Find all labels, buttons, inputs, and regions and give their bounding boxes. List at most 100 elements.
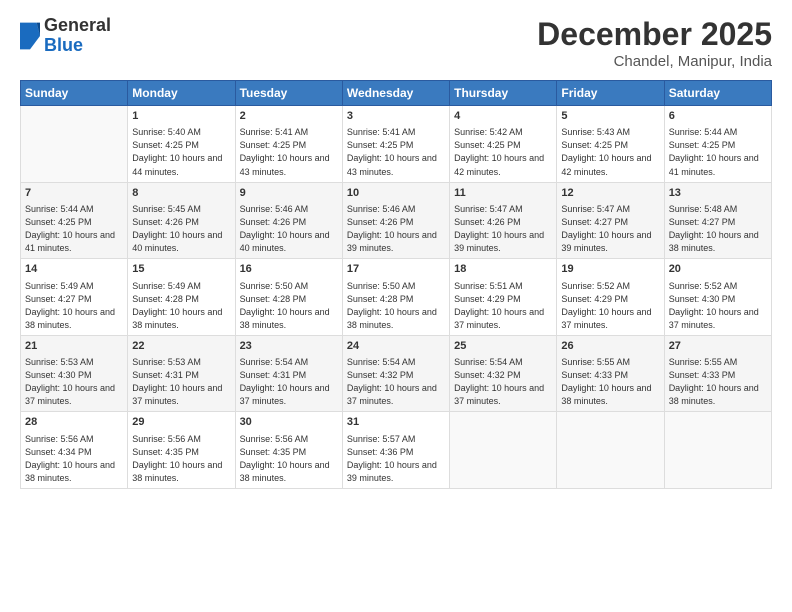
day-info: Sunrise: 5:40 AMSunset: 4:25 PMDaylight:… bbox=[132, 126, 230, 178]
calendar-cell-w0-d5: 5Sunrise: 5:43 AMSunset: 4:25 PMDaylight… bbox=[557, 106, 664, 183]
day-number: 15 bbox=[132, 262, 230, 277]
calendar-header: Sunday Monday Tuesday Wednesday Thursday… bbox=[21, 81, 772, 106]
calendar-cell-w1-d3: 10Sunrise: 5:46 AMSunset: 4:26 PMDayligh… bbox=[342, 182, 449, 259]
calendar-cell-w3-d2: 23Sunrise: 5:54 AMSunset: 4:31 PMDayligh… bbox=[235, 335, 342, 412]
day-number: 16 bbox=[240, 262, 338, 277]
calendar-cell-w0-d0 bbox=[21, 106, 128, 183]
day-info: Sunrise: 5:55 AMSunset: 4:33 PMDaylight:… bbox=[669, 356, 767, 408]
day-info: Sunrise: 5:53 AMSunset: 4:30 PMDaylight:… bbox=[25, 356, 123, 408]
title-block: December 2025 Chandel, Manipur, India bbox=[537, 16, 772, 70]
day-info: Sunrise: 5:42 AMSunset: 4:25 PMDaylight:… bbox=[454, 126, 552, 178]
calendar-cell-w2-d4: 18 Sunrise: 5:51 AMSunset: 4:29 PMDayligh… bbox=[450, 259, 557, 336]
day-number: 26 bbox=[561, 339, 659, 354]
day-number: 25 bbox=[454, 339, 552, 354]
calendar-cell-w1-d0: 7Sunrise: 5:44 AMSunset: 4:25 PMDaylight… bbox=[21, 182, 128, 259]
day-info: Sunrise: 5:44 AMSunset: 4:25 PMDaylight:… bbox=[25, 203, 123, 255]
day-number: 13 bbox=[669, 186, 767, 201]
day-info: Sunrise: 5:41 AMSunset: 4:25 PMDaylight:… bbox=[240, 126, 338, 178]
calendar-cell-w3-d3: 24 Sunrise: 5:54 AMSunset: 4:32 PMDayligh… bbox=[342, 335, 449, 412]
day-info: Sunrise: 5:47 AMSunset: 4:26 PMDaylight:… bbox=[454, 203, 552, 255]
calendar-cell-w1-d4: 11 Sunrise: 5:47 AMSunset: 4:26 PMDayligh… bbox=[450, 182, 557, 259]
col-tuesday: Tuesday bbox=[235, 81, 342, 106]
day-info: Sunrise: 5:54 AMSunset: 4:32 PMDaylight:… bbox=[347, 356, 445, 408]
day-number: 22 bbox=[132, 339, 230, 354]
col-sunday: Sunday bbox=[21, 81, 128, 106]
day-info: Sunrise: 5:51 AMSunset: 4:29 PMDaylight:… bbox=[454, 280, 552, 332]
calendar-week-2: 14 Sunrise: 5:49 AMSunset: 4:27 PMDayligh… bbox=[21, 259, 772, 336]
calendar-week-1: 7Sunrise: 5:44 AMSunset: 4:25 PMDaylight… bbox=[21, 182, 772, 259]
calendar-cell-w4-d4 bbox=[450, 412, 557, 489]
day-number: 11 bbox=[454, 186, 552, 201]
day-number: 4 bbox=[454, 109, 552, 124]
calendar-cell-w1-d2: 9Sunrise: 5:46 AMSunset: 4:26 PMDaylight… bbox=[235, 182, 342, 259]
day-info: Sunrise: 5:52 AMSunset: 4:29 PMDaylight:… bbox=[561, 280, 659, 332]
calendar-week-4: 28 Sunrise: 5:56 AMSunset: 4:34 PMDayligh… bbox=[21, 412, 772, 489]
month-title: December 2025 bbox=[537, 16, 772, 53]
day-info: Sunrise: 5:52 AMSunset: 4:30 PMDaylight:… bbox=[669, 280, 767, 332]
calendar-cell-w3-d1: 22 Sunrise: 5:53 AMSunset: 4:31 PMDayligh… bbox=[128, 335, 235, 412]
logo: General Blue bbox=[20, 16, 111, 56]
day-number: 17 bbox=[347, 262, 445, 277]
day-number: 14 bbox=[25, 262, 123, 277]
calendar-week-0: 1 Sunrise: 5:40 AMSunset: 4:25 PMDaylight… bbox=[21, 106, 772, 183]
day-number: 27 bbox=[669, 339, 767, 354]
col-friday: Friday bbox=[557, 81, 664, 106]
day-number: 23 bbox=[240, 339, 338, 354]
calendar-body: 1 Sunrise: 5:40 AMSunset: 4:25 PMDaylight… bbox=[21, 106, 772, 489]
col-monday: Monday bbox=[128, 81, 235, 106]
day-number: 19 bbox=[561, 262, 659, 277]
calendar-cell-w4-d3: 31Sunrise: 5:57 AMSunset: 4:36 PMDayligh… bbox=[342, 412, 449, 489]
day-info: Sunrise: 5:47 AMSunset: 4:27 PMDaylight:… bbox=[561, 203, 659, 255]
day-info: Sunrise: 5:56 AMSunset: 4:34 PMDaylight:… bbox=[25, 433, 123, 485]
day-number: 28 bbox=[25, 415, 123, 430]
day-info: Sunrise: 5:56 AMSunset: 4:35 PMDaylight:… bbox=[240, 433, 338, 485]
day-info: Sunrise: 5:56 AMSunset: 4:35 PMDaylight:… bbox=[132, 433, 230, 485]
day-info: Sunrise: 5:45 AMSunset: 4:26 PMDaylight:… bbox=[132, 203, 230, 255]
header-row: Sunday Monday Tuesday Wednesday Thursday… bbox=[21, 81, 772, 106]
main-container: General Blue December 2025 Chandel, Mani… bbox=[0, 0, 792, 612]
calendar-cell-w1-d1: 8 Sunrise: 5:45 AMSunset: 4:26 PMDaylight… bbox=[128, 182, 235, 259]
calendar-cell-w3-d5: 26Sunrise: 5:55 AMSunset: 4:33 PMDayligh… bbox=[557, 335, 664, 412]
day-number: 18 bbox=[454, 262, 552, 277]
day-number: 8 bbox=[132, 186, 230, 201]
day-number: 10 bbox=[347, 186, 445, 201]
day-info: Sunrise: 5:41 AMSunset: 4:25 PMDaylight:… bbox=[347, 126, 445, 178]
day-number: 2 bbox=[240, 109, 338, 124]
calendar-week-3: 21Sunrise: 5:53 AMSunset: 4:30 PMDayligh… bbox=[21, 335, 772, 412]
day-info: Sunrise: 5:49 AMSunset: 4:27 PMDaylight:… bbox=[25, 280, 123, 332]
calendar-cell-w0-d3: 3 Sunrise: 5:41 AMSunset: 4:25 PMDaylight… bbox=[342, 106, 449, 183]
calendar-cell-w3-d0: 21Sunrise: 5:53 AMSunset: 4:30 PMDayligh… bbox=[21, 335, 128, 412]
day-number: 30 bbox=[240, 415, 338, 430]
day-info: Sunrise: 5:46 AMSunset: 4:26 PMDaylight:… bbox=[240, 203, 338, 255]
calendar-cell-w4-d6 bbox=[664, 412, 771, 489]
day-number: 3 bbox=[347, 109, 445, 124]
day-number: 29 bbox=[132, 415, 230, 430]
day-number: 6 bbox=[669, 109, 767, 124]
day-info: Sunrise: 5:49 AMSunset: 4:28 PMDaylight:… bbox=[132, 280, 230, 332]
day-info: Sunrise: 5:48 AMSunset: 4:27 PMDaylight:… bbox=[669, 203, 767, 255]
day-info: Sunrise: 5:53 AMSunset: 4:31 PMDaylight:… bbox=[132, 356, 230, 408]
day-info: Sunrise: 5:57 AMSunset: 4:36 PMDaylight:… bbox=[347, 433, 445, 485]
col-wednesday: Wednesday bbox=[342, 81, 449, 106]
calendar-cell-w1-d6: 13 Sunrise: 5:48 AMSunset: 4:27 PMDayligh… bbox=[664, 182, 771, 259]
calendar-cell-w2-d6: 20Sunrise: 5:52 AMSunset: 4:30 PMDayligh… bbox=[664, 259, 771, 336]
day-info: Sunrise: 5:50 AMSunset: 4:28 PMDaylight:… bbox=[347, 280, 445, 332]
calendar-cell-w1-d5: 12Sunrise: 5:47 AMSunset: 4:27 PMDayligh… bbox=[557, 182, 664, 259]
day-info: Sunrise: 5:50 AMSunset: 4:28 PMDaylight:… bbox=[240, 280, 338, 332]
day-number: 1 bbox=[132, 109, 230, 124]
calendar-cell-w4-d5 bbox=[557, 412, 664, 489]
day-number: 5 bbox=[561, 109, 659, 124]
calendar-cell-w4-d1: 29 Sunrise: 5:56 AMSunset: 4:35 PMDayligh… bbox=[128, 412, 235, 489]
day-info: Sunrise: 5:54 AMSunset: 4:32 PMDaylight:… bbox=[454, 356, 552, 408]
day-info: Sunrise: 5:44 AMSunset: 4:25 PMDaylight:… bbox=[669, 126, 767, 178]
col-thursday: Thursday bbox=[450, 81, 557, 106]
calendar-cell-w0-d2: 2 Sunrise: 5:41 AMSunset: 4:25 PMDaylight… bbox=[235, 106, 342, 183]
calendar-cell-w2-d3: 17 Sunrise: 5:50 AMSunset: 4:28 PMDayligh… bbox=[342, 259, 449, 336]
calendar-cell-w0-d6: 6 Sunrise: 5:44 AMSunset: 4:25 PMDaylight… bbox=[664, 106, 771, 183]
logo-icon bbox=[20, 22, 40, 50]
col-saturday: Saturday bbox=[664, 81, 771, 106]
calendar-cell-w2-d0: 14 Sunrise: 5:49 AMSunset: 4:27 PMDayligh… bbox=[21, 259, 128, 336]
calendar-cell-w2-d2: 16 Sunrise: 5:50 AMSunset: 4:28 PMDayligh… bbox=[235, 259, 342, 336]
day-number: 24 bbox=[347, 339, 445, 354]
logo-text: General Blue bbox=[44, 16, 111, 56]
